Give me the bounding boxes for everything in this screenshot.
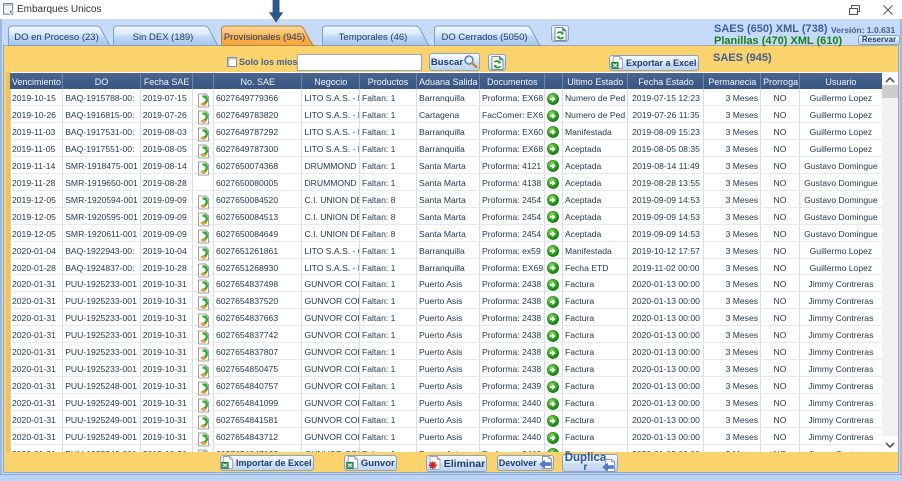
svg-text:Temporales (46): Temporales (46) — [339, 31, 408, 42]
svg-text:Sin DEX (189): Sin DEX (189) — [133, 31, 194, 42]
svg-text:Provisionales (945): Provisionales (945) — [224, 31, 305, 42]
svg-text:DO en Proceso (23): DO en Proceso (23) — [14, 31, 98, 42]
svg-text:DO Cerrados (5050): DO Cerrados (5050) — [441, 31, 527, 42]
